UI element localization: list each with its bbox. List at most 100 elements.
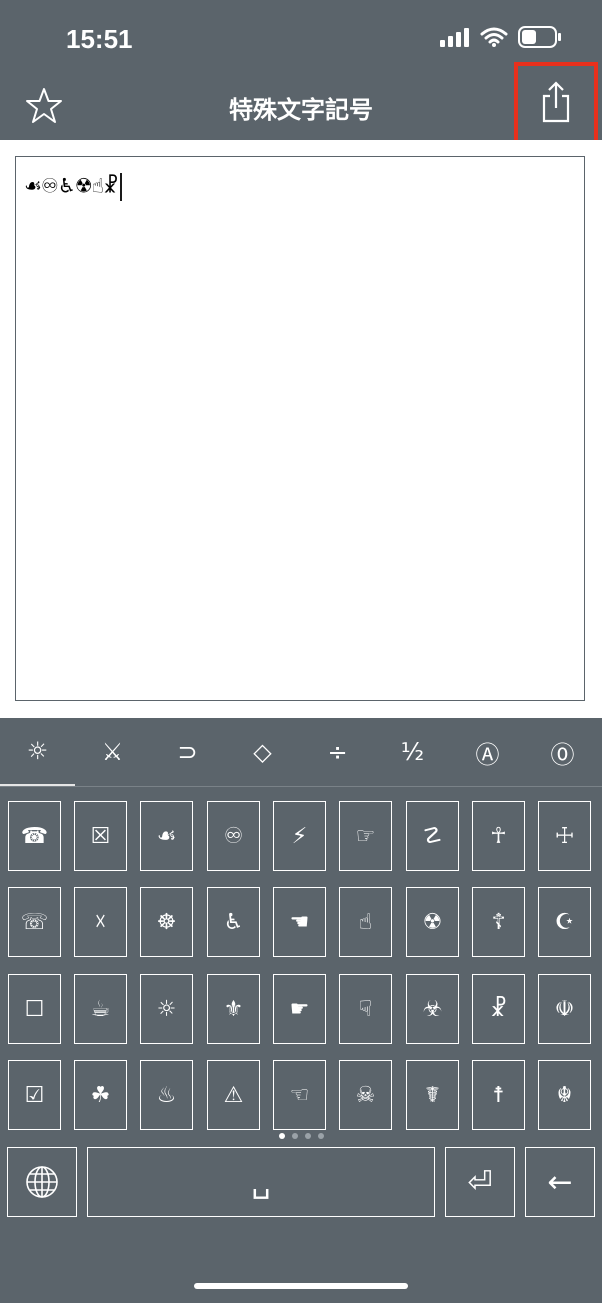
symbol-key[interactable]: ☐ bbox=[8, 974, 61, 1044]
page-indicator bbox=[0, 1133, 602, 1139]
symbol-key-label: ☕ bbox=[90, 996, 111, 1022]
symbol-key[interactable]: ☚ bbox=[273, 887, 326, 957]
symbol-key-label: ☩ bbox=[554, 823, 575, 849]
symbol-key[interactable]: ☏ bbox=[8, 887, 61, 957]
symbol-key[interactable]: ♿ bbox=[207, 887, 260, 957]
symbol-key[interactable]: ⚜ bbox=[207, 974, 260, 1044]
page-dot bbox=[291, 1133, 298, 1139]
symbol-key[interactable]: ☬ bbox=[538, 1060, 591, 1130]
symbol-key-label: ☼ bbox=[156, 996, 177, 1022]
symbol-key-label: ☒ bbox=[90, 823, 111, 849]
symbol-key[interactable]: ☙ bbox=[140, 801, 193, 871]
space-key[interactable]: ␣ bbox=[87, 1147, 435, 1217]
symbol-key[interactable]: ☦ bbox=[472, 887, 525, 957]
symbol-key[interactable]: ⚠ bbox=[207, 1060, 260, 1130]
wifi-icon bbox=[480, 27, 508, 47]
globe-key[interactable] bbox=[7, 1147, 77, 1217]
symbol-key-label: ♾ bbox=[223, 823, 244, 849]
symbol-key-label: ☫ bbox=[554, 996, 575, 1022]
symbol-key[interactable]: ☡ bbox=[406, 801, 459, 871]
symbol-key[interactable]: ☑ bbox=[8, 1060, 61, 1130]
symbol-key[interactable]: ☎ bbox=[8, 801, 61, 871]
tab-symbol: ⓪ bbox=[550, 740, 575, 769]
symbol-key-label: ☞ bbox=[355, 823, 376, 849]
symbol-key-label: ☤ bbox=[425, 1082, 440, 1108]
symbol-key-label: ☢ bbox=[422, 909, 443, 935]
tab-weather[interactable]: ☼ bbox=[0, 718, 75, 786]
symbol-key[interactable]: ☪ bbox=[538, 887, 591, 957]
symbol-key[interactable]: ☞ bbox=[339, 801, 392, 871]
space-label: ␣ bbox=[251, 1164, 271, 1200]
return-key[interactable]: ⏎ bbox=[445, 1147, 515, 1217]
symbol-key[interactable]: ♾ bbox=[207, 801, 260, 871]
symbol-key-label: ☜ bbox=[289, 1082, 310, 1108]
symbol-key-label: ☓ bbox=[94, 909, 107, 935]
return-label: ⏎ bbox=[467, 1164, 493, 1200]
tab-crossed-swords[interactable]: ⚔ bbox=[75, 718, 150, 786]
backspace-label: ← bbox=[547, 1164, 573, 1200]
symbol-key-label: ☛ bbox=[289, 996, 310, 1022]
symbol-key[interactable]: ☥ bbox=[472, 801, 525, 871]
symbol-key[interactable]: ☟ bbox=[339, 974, 392, 1044]
symbol-key-label: ☦ bbox=[491, 909, 506, 935]
tab-arrows[interactable]: ⊃ bbox=[150, 718, 225, 786]
tab-circled-letters[interactable]: Ⓐ bbox=[450, 718, 525, 786]
page-dot bbox=[278, 1133, 285, 1139]
symbol-key-label: ♨ bbox=[156, 1082, 177, 1108]
text-caret bbox=[119, 173, 122, 201]
symbol-key[interactable]: ⚡ bbox=[273, 801, 326, 871]
symbol-key-label: ☡ bbox=[422, 823, 443, 849]
tab-shapes[interactable]: ◇ bbox=[225, 718, 300, 786]
symbol-key[interactable]: ☩ bbox=[538, 801, 591, 871]
symbol-key[interactable]: ☫ bbox=[538, 974, 591, 1044]
symbol-key[interactable]: ☘ bbox=[74, 1060, 127, 1130]
tab-math[interactable]: ÷ bbox=[300, 718, 375, 786]
symbol-key[interactable]: ☛ bbox=[273, 974, 326, 1044]
symbol-key-label: ⚡ bbox=[291, 823, 308, 849]
symbol-key-label: ☟ bbox=[358, 996, 373, 1022]
status-time: 15:51 bbox=[66, 24, 133, 54]
symbol-key[interactable]: ♨ bbox=[140, 1060, 193, 1130]
symbol-key[interactable]: ☢ bbox=[406, 887, 459, 957]
symbol-key[interactable]: ☝ bbox=[339, 887, 392, 957]
symbol-key-label: ♿ bbox=[223, 909, 244, 935]
symbol-key[interactable]: ☼ bbox=[140, 974, 193, 1044]
tab-symbol: ◇ bbox=[253, 738, 272, 766]
page-title: 特殊文字記号 bbox=[229, 96, 373, 124]
battery-icon bbox=[518, 26, 561, 48]
status-bar: 15:51 bbox=[0, 0, 602, 72]
symbol-key[interactable]: ☸ bbox=[140, 887, 193, 957]
symbol-key[interactable]: ☣ bbox=[406, 974, 459, 1044]
symbol-key[interactable]: ☤ bbox=[406, 1060, 459, 1130]
category-tab-bar: ☼ ⚔ ⊃ ◇ ÷ ½ Ⓐ ⓪ bbox=[0, 718, 602, 787]
symbol-key-label: ⚜ bbox=[223, 996, 244, 1022]
text-editor[interactable]: ☙♾♿☢☝☧ bbox=[15, 156, 585, 701]
symbol-key-label: ☘ bbox=[90, 1082, 111, 1108]
symbol-key-label: ☧ bbox=[489, 996, 508, 1022]
symbol-key[interactable]: ☨ bbox=[472, 1060, 525, 1130]
symbol-key-label: ⚠ bbox=[223, 1082, 244, 1108]
tab-circled-numbers[interactable]: ⓪ bbox=[525, 718, 600, 786]
tab-symbol: ☼ bbox=[26, 737, 49, 765]
share-button[interactable] bbox=[514, 62, 598, 146]
tab-symbol: ÷ bbox=[327, 738, 348, 766]
tab-symbol: ⊃ bbox=[177, 738, 198, 766]
symbol-key-label: ☏ bbox=[20, 909, 49, 935]
symbol-key-label: ☙ bbox=[156, 823, 177, 849]
nav-bar: 特殊文字記号 bbox=[0, 62, 602, 146]
symbol-key-label: ☠ bbox=[355, 1082, 376, 1108]
share-icon bbox=[542, 81, 570, 123]
backspace-key[interactable]: ← bbox=[525, 1147, 595, 1217]
symbol-key-label: ☨ bbox=[492, 1082, 505, 1108]
symbol-key[interactable]: ☜ bbox=[273, 1060, 326, 1130]
symbol-key-label: ☸ bbox=[156, 909, 177, 935]
symbol-key-label: ☪ bbox=[554, 909, 575, 935]
symbol-key[interactable]: ☧ bbox=[472, 974, 525, 1044]
cellular-signal-icon bbox=[440, 28, 469, 47]
symbol-key[interactable]: ☠ bbox=[339, 1060, 392, 1130]
symbol-key[interactable]: ☓ bbox=[74, 887, 127, 957]
symbol-key-label: ☑ bbox=[24, 1082, 45, 1108]
symbol-key[interactable]: ☕ bbox=[74, 974, 127, 1044]
tab-fractions[interactable]: ½ bbox=[375, 718, 450, 786]
symbol-key[interactable]: ☒ bbox=[74, 801, 127, 871]
